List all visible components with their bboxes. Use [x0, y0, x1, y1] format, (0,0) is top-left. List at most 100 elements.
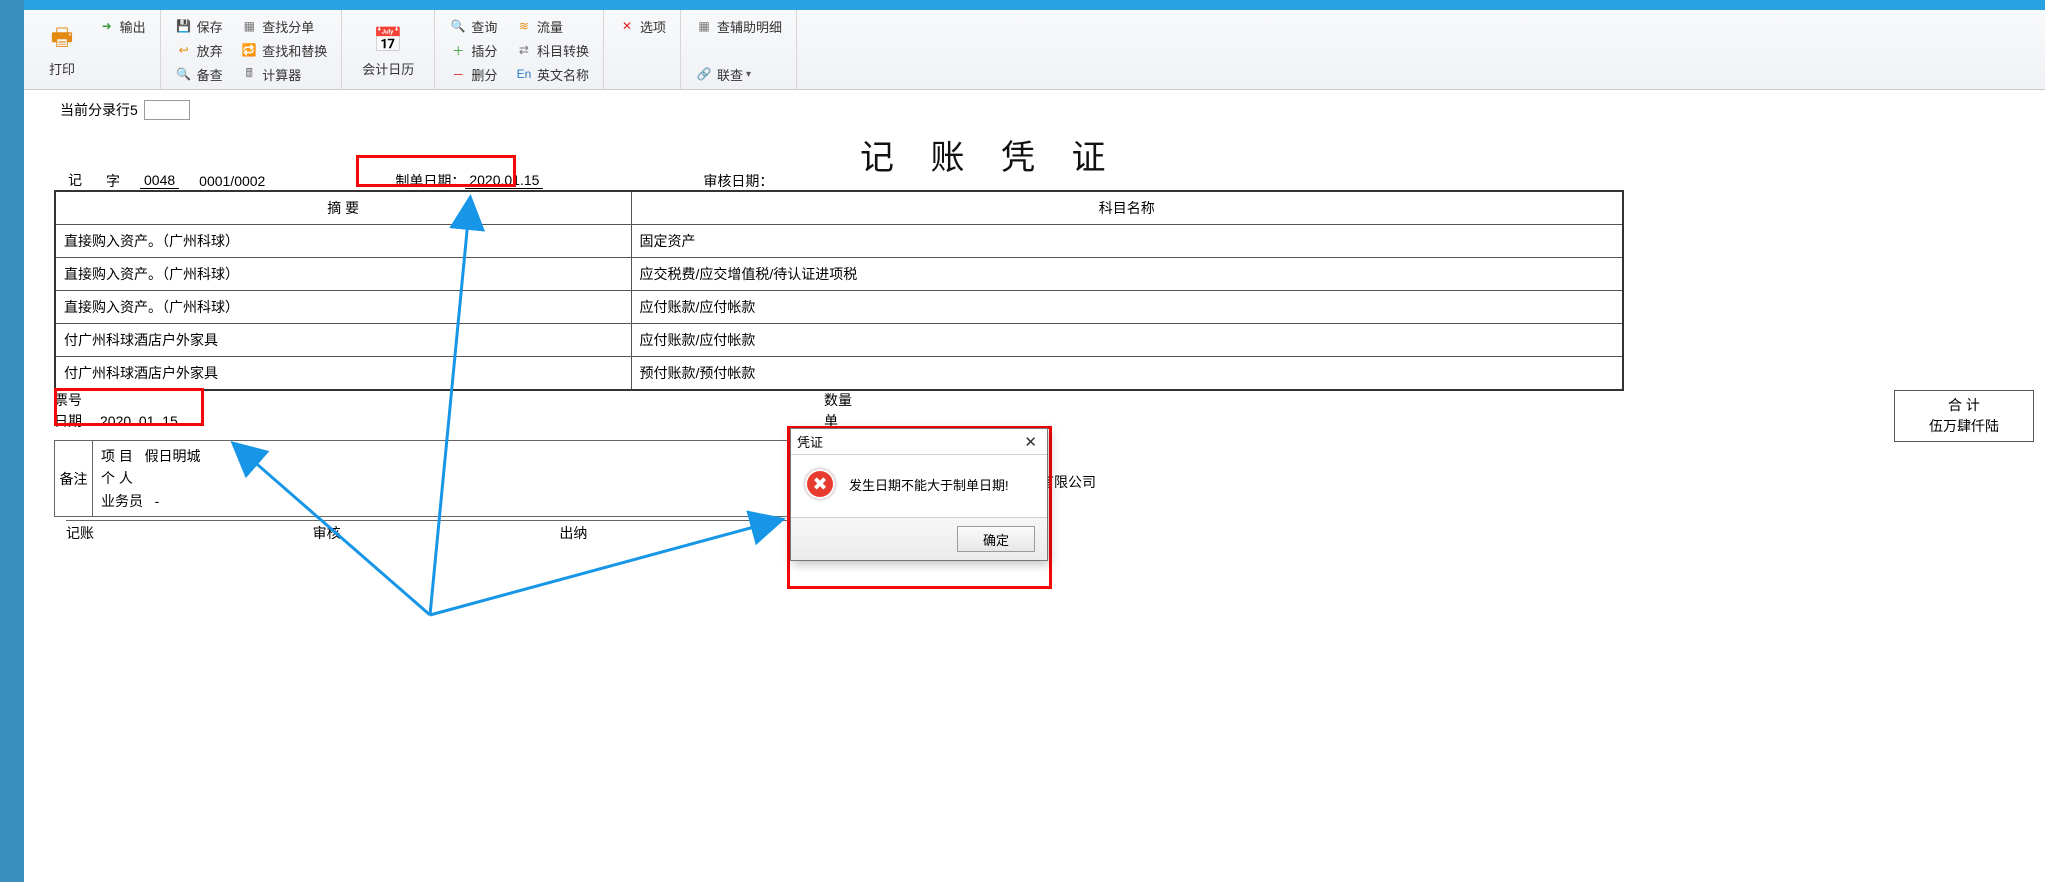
make-date-label: 制单日期：: [395, 171, 465, 191]
current-entry-input[interactable]: [144, 100, 190, 120]
english-name-label: 英文名称: [537, 65, 589, 84]
save-icon: 💾: [175, 17, 193, 35]
voucher-lower-block: 票号 日期 2020. 01. 15 数量 单 合 计 伍万肆仟陆: [54, 390, 2034, 432]
amount-cn: 伍万肆仟陆: [1901, 416, 2027, 437]
find-replace-button[interactable]: 🔁 查找和替换: [236, 38, 331, 62]
audit-date-label: 审核日期：: [703, 171, 773, 191]
calculator-icon: 🖩: [240, 65, 258, 83]
ticket-label: 票号: [54, 390, 82, 411]
dialog-title-text: 凭证: [797, 432, 823, 451]
company-suffix: 有限公司: [1040, 472, 1096, 492]
amount-total-box: 合 计 伍万肆仟陆: [1894, 390, 2034, 442]
subject-convert-button[interactable]: ⇄ 科目转换: [511, 38, 593, 62]
save-button[interactable]: 💾 保存: [171, 14, 227, 38]
project-value[interactable]: 假日明城: [145, 448, 201, 464]
acc-calendar-button[interactable]: 📅 会计日历: [352, 14, 424, 86]
query-label: 查询: [471, 17, 497, 36]
voucher-char: 记: [64, 170, 86, 191]
abandon-icon: ↩: [175, 41, 193, 59]
total-label: 合 计: [1901, 395, 2027, 416]
subject-cell[interactable]: 应交税费/应交增值税/待认证进项税: [631, 258, 1623, 291]
find-entry-button[interactable]: ▦ 查找分单: [236, 14, 331, 38]
summary-cell[interactable]: 直接购入资产。（广州科球）: [55, 225, 631, 258]
table-row[interactable]: 直接购入资产。（广州科球） 固定资产: [55, 225, 1623, 258]
subject-cell[interactable]: 应付账款/应付帐款: [631, 324, 1623, 357]
link-query-label: 联查: [717, 65, 743, 84]
dialog-close-button[interactable]: ✕: [1020, 433, 1041, 451]
voucher-number: 0048: [140, 172, 179, 189]
find-replace-label: 查找和替换: [262, 41, 327, 60]
remark-box: 备注 项 目 假日明城 个 人 业务员 -: [54, 440, 804, 517]
flow-icon: ≋: [515, 17, 533, 35]
print-button[interactable]: 🖶 打印: [34, 14, 90, 86]
table-row[interactable]: 付广州科球酒店户外家具 预付账款/预付帐款: [55, 357, 1623, 391]
col-summary-header: 摘 要: [55, 191, 631, 225]
voucher-table: 摘 要 科目名称 直接购入资产。（广州科球） 固定资产 直接购入资产。（广州科球…: [54, 190, 1624, 391]
english-name-button[interactable]: En 英文名称: [511, 62, 593, 86]
backup-icon: 🔍: [175, 65, 193, 83]
date-value[interactable]: 2020. 01. 15: [100, 411, 178, 432]
error-dialog: 凭证 ✕ ✖ 发生日期不能大于制单日期! 确定: [790, 428, 1048, 561]
export-label: 输出: [120, 17, 146, 36]
table-row[interactable]: 直接购入资产。（广州科球） 应付账款/应付帐款: [55, 291, 1623, 324]
convert-icon: ⇄: [515, 41, 533, 59]
subject-cell[interactable]: 应付账款/应付帐款: [631, 291, 1623, 324]
query-button[interactable]: 🔍 查询: [445, 14, 501, 38]
subject-cell[interactable]: 固定资产: [631, 225, 1623, 258]
link-icon: 🔗: [695, 65, 713, 83]
calendar-icon: 📅: [370, 23, 406, 59]
staff-label: 业务员: [101, 493, 143, 509]
search-icon: 🔍: [449, 17, 467, 35]
summary-cell[interactable]: 直接购入资产。（广州科球）: [55, 258, 631, 291]
footer-jz: 记账: [66, 523, 313, 543]
table-row[interactable]: 直接购入资产。（广州科球） 应交税费/应交增值税/待认证进项税: [55, 258, 1623, 291]
backup-button[interactable]: 🔍 备查: [171, 62, 227, 86]
save-label: 保存: [197, 17, 223, 36]
voucher-zi: 字: [106, 171, 120, 191]
abandon-button[interactable]: ↩ 放弃: [171, 38, 227, 62]
dialog-ok-button[interactable]: 确定: [957, 526, 1035, 552]
en-icon: En: [515, 65, 533, 83]
link-query-button[interactable]: 🔗 联查 ▾: [691, 62, 786, 86]
person-label: 个 人: [101, 467, 795, 489]
printer-icon: 🖶: [44, 23, 80, 59]
voucher-footer: 记账 审核 出纳: [66, 520, 806, 543]
options-label: 选项: [640, 17, 666, 36]
project-label: 项 目: [101, 448, 133, 464]
table-row[interactable]: 付广州科球酒店户外家具 应付账款/应付帐款: [55, 324, 1623, 357]
error-icon: ✖: [805, 469, 835, 499]
export-icon: ➜: [98, 17, 116, 35]
insert-entry-button[interactable]: ＋ 插分: [445, 38, 501, 62]
flow-label: 流量: [537, 17, 563, 36]
options-icon: ✕: [618, 17, 636, 35]
assist-detail-button[interactable]: ▦ 查辅助明细: [691, 14, 786, 38]
staff-value[interactable]: -: [155, 493, 160, 509]
footer-sh: 审核: [313, 523, 560, 543]
summary-cell[interactable]: 直接购入资产。（广州科球）: [55, 291, 631, 324]
backup-label: 备查: [197, 65, 223, 84]
insert-icon: ＋: [449, 41, 467, 59]
detail-icon: ▦: [695, 17, 713, 35]
ribbon: 🖶 打印 ➜ 输出 💾 保存 ↩ 放弃 🔍 备查: [24, 10, 2045, 90]
summary-cell[interactable]: 付广州科球酒店户外家具: [55, 324, 631, 357]
qty-label: 数量: [824, 390, 852, 411]
subject-convert-label: 科目转换: [537, 41, 589, 60]
abandon-label: 放弃: [197, 41, 223, 60]
make-date-value[interactable]: 2020.01.15: [465, 172, 543, 189]
summary-cell[interactable]: 付广州科球酒店户外家具: [55, 357, 631, 391]
export-button[interactable]: ➜ 输出: [94, 14, 150, 38]
delete-entry-button[interactable]: － 删分: [445, 62, 501, 86]
insert-entry-label: 插分: [471, 41, 497, 60]
voucher-tbody: 直接购入资产。（广州科球） 固定资产 直接购入资产。（广州科球） 应交税费/应交…: [55, 225, 1623, 391]
remark-label: 备注: [55, 441, 93, 516]
footer-cn: 出纳: [559, 523, 806, 543]
options-button[interactable]: ✕ 选项: [614, 14, 670, 38]
calculator-button[interactable]: 🖩 计算器: [236, 62, 331, 86]
find-entry-label: 查找分单: [262, 17, 314, 36]
voucher-seq: 0001/0002: [199, 173, 265, 189]
flow-button[interactable]: ≋ 流量: [511, 14, 593, 38]
date-label: 日期: [54, 411, 82, 432]
table-icon: ▦: [240, 17, 258, 35]
subject-cell[interactable]: 预付账款/预付帐款: [631, 357, 1623, 391]
col-subject-header: 科目名称: [631, 191, 1623, 225]
